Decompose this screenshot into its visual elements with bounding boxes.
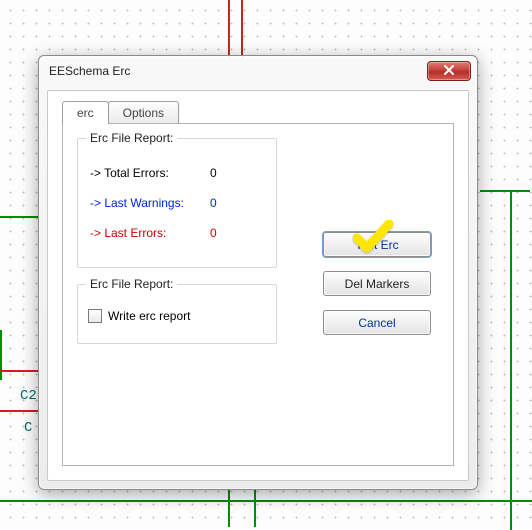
schematic-wire [241, 0, 243, 60]
last-warnings-label: -> Last Warnings: [90, 196, 210, 210]
test-erc-label: Test Erc [355, 238, 398, 252]
erc-dialog: EESchema Erc erc Options Erc File Report… [38, 55, 478, 490]
schematic-wire [228, 490, 230, 527]
write-report-row: Write erc report [88, 309, 190, 323]
row-last-warnings: -> Last Warnings: 0 [90, 193, 264, 213]
close-button[interactable] [427, 61, 471, 81]
total-errors-value: 0 [210, 166, 240, 180]
dialog-client: erc Options Erc File Report: -> Total Er… [47, 90, 469, 481]
tab-erc-label: erc [77, 106, 94, 120]
last-warnings-value: 0 [210, 196, 240, 210]
button-column: Test Erc Del Markers Cancel [323, 232, 431, 335]
titlebar[interactable]: EESchema Erc [39, 56, 477, 86]
tab-strip: erc Options [62, 101, 178, 124]
group-legend: Erc File Report: [86, 277, 177, 291]
schematic-wire [0, 370, 40, 372]
group-erc-report-write: Erc File Report: Write erc report [77, 284, 277, 344]
tab-options[interactable]: Options [108, 101, 179, 124]
refdes-c2: C2 [20, 388, 37, 404]
row-last-errors: -> Last Errors: 0 [90, 223, 264, 243]
tab-page-erc: Erc File Report: -> Total Errors: 0 -> L… [62, 123, 454, 466]
test-erc-button[interactable]: Test Erc [323, 232, 431, 257]
tab-erc[interactable]: erc [62, 101, 109, 124]
write-report-label: Write erc report [108, 309, 190, 323]
cancel-button[interactable]: Cancel [323, 310, 431, 335]
schematic-wire [254, 490, 256, 527]
schematic-wire [0, 330, 2, 380]
schematic-wire [0, 410, 40, 412]
group-erc-report-stats: Erc File Report: -> Total Errors: 0 -> L… [77, 138, 277, 268]
window-title: EESchema Erc [49, 64, 130, 78]
del-markers-label: Del Markers [345, 277, 410, 291]
del-markers-button[interactable]: Del Markers [323, 271, 431, 296]
write-report-checkbox[interactable] [88, 309, 102, 323]
schematic-wire [0, 216, 40, 218]
schematic-wire [480, 190, 530, 192]
cancel-label: Cancel [358, 316, 395, 330]
tab-options-label: Options [123, 106, 164, 120]
schematic-wire [0, 500, 532, 502]
close-icon [443, 64, 455, 78]
row-total-errors: -> Total Errors: 0 [90, 163, 264, 183]
total-errors-label: -> Total Errors: [90, 166, 210, 180]
schematic-wire [228, 0, 230, 60]
last-errors-label: -> Last Errors: [90, 226, 210, 240]
refdes-c: C [24, 420, 32, 436]
last-errors-value: 0 [210, 226, 240, 240]
group-legend: Erc File Report: [86, 131, 177, 145]
schematic-wire [510, 190, 512, 530]
